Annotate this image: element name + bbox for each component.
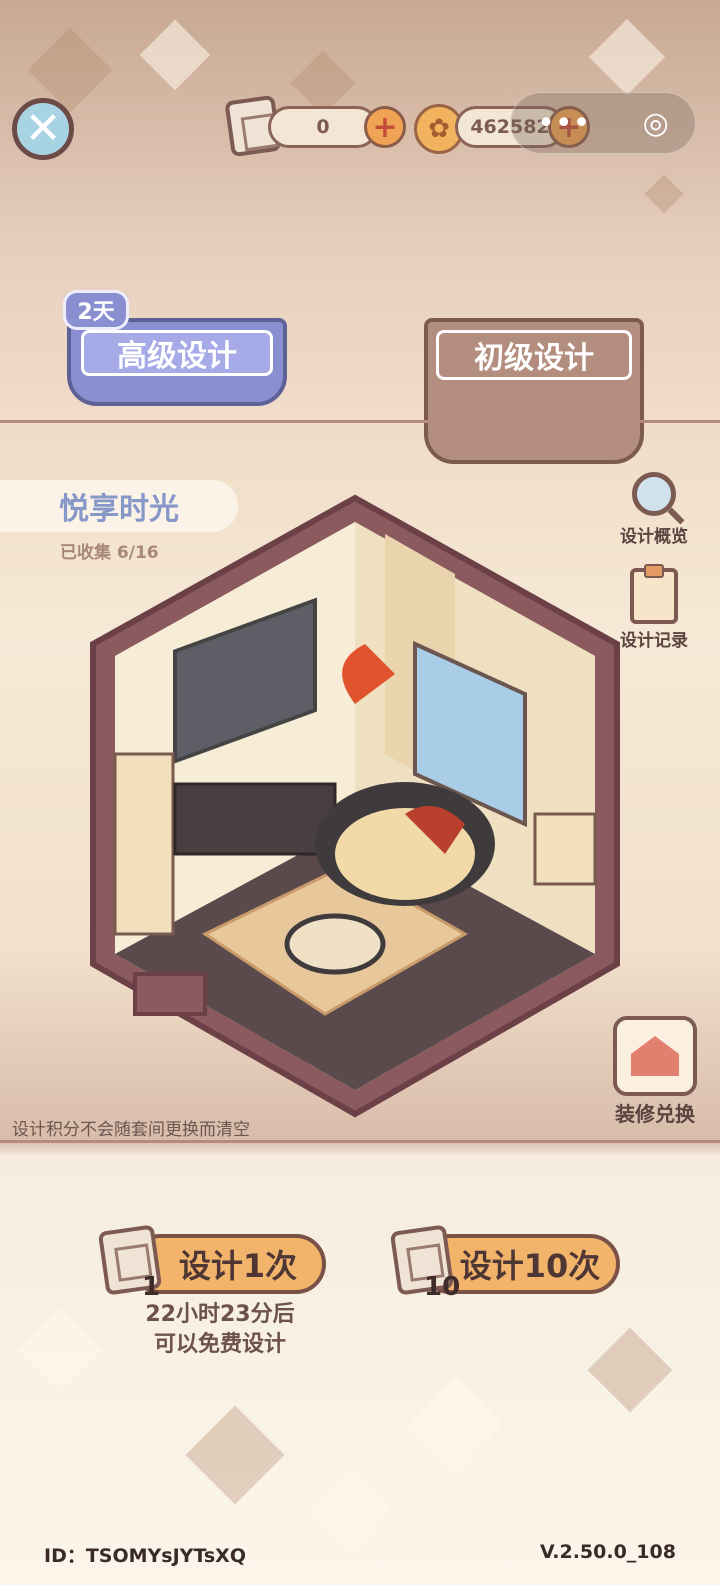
mini-program-capsule: ••• ◎ (510, 92, 696, 154)
points-hint: 设计积分不会随套间更换而清空 (12, 1120, 250, 1140)
decor-shard (307, 1467, 393, 1553)
decor-shard (405, 1375, 505, 1475)
decor-shard (17, 1307, 103, 1393)
decoration-exchange-button[interactable]: 装修兑换 (606, 1016, 704, 1127)
bottom-divider (0, 1140, 720, 1143)
clipboard-icon (630, 564, 678, 624)
tab-advanced-label: 高级设计 (81, 330, 273, 376)
design-ten-label: 设计10次 (459, 1247, 601, 1285)
design-once-cost: 1 (142, 1272, 161, 1302)
plus-icon: + (372, 109, 398, 145)
tab-basic-design[interactable]: 初级设计 (424, 318, 644, 464)
decoration-exchange-label: 装修兑换 (615, 1102, 695, 1126)
blueprint-counter: 0 (268, 106, 378, 148)
design-ten-cost: 10 (424, 1272, 461, 1302)
blueprint-count: 0 (316, 116, 330, 138)
player-id: ID：TSOMYsJYTsXQ (44, 1545, 246, 1567)
decor-shard (185, 1405, 285, 1505)
room-illustration (90, 494, 620, 1118)
more-menu-icon[interactable]: ••• (537, 106, 590, 141)
free-timer-line2: 可以免费设计 (153, 1332, 286, 1357)
add-blueprint-button[interactable]: + (364, 106, 406, 148)
decor-shard (587, 1327, 673, 1413)
section-divider (0, 420, 720, 423)
magnifier-icon (632, 472, 676, 516)
design-once-label: 设计1次 (178, 1247, 298, 1285)
close-icon: ✕ (24, 103, 62, 154)
decor-shard (139, 19, 211, 91)
decor-shard (644, 174, 684, 214)
house-icon (613, 1016, 697, 1096)
close-button[interactable]: ✕ (12, 98, 74, 160)
tab-basic-label: 初级设计 (436, 330, 632, 380)
decor-shard (588, 18, 666, 96)
app-version: V.2.50.0_108 (540, 1541, 676, 1563)
free-timer-line1: 22小时23分后 (145, 1302, 295, 1327)
exit-target-icon[interactable]: ◎ (643, 106, 669, 141)
free-design-timer: 22小时23分后 可以免费设计 (100, 1300, 340, 1360)
tab-advanced-badge: 2天 (63, 290, 129, 330)
tab-advanced-design[interactable]: 高级设计 (67, 318, 287, 406)
